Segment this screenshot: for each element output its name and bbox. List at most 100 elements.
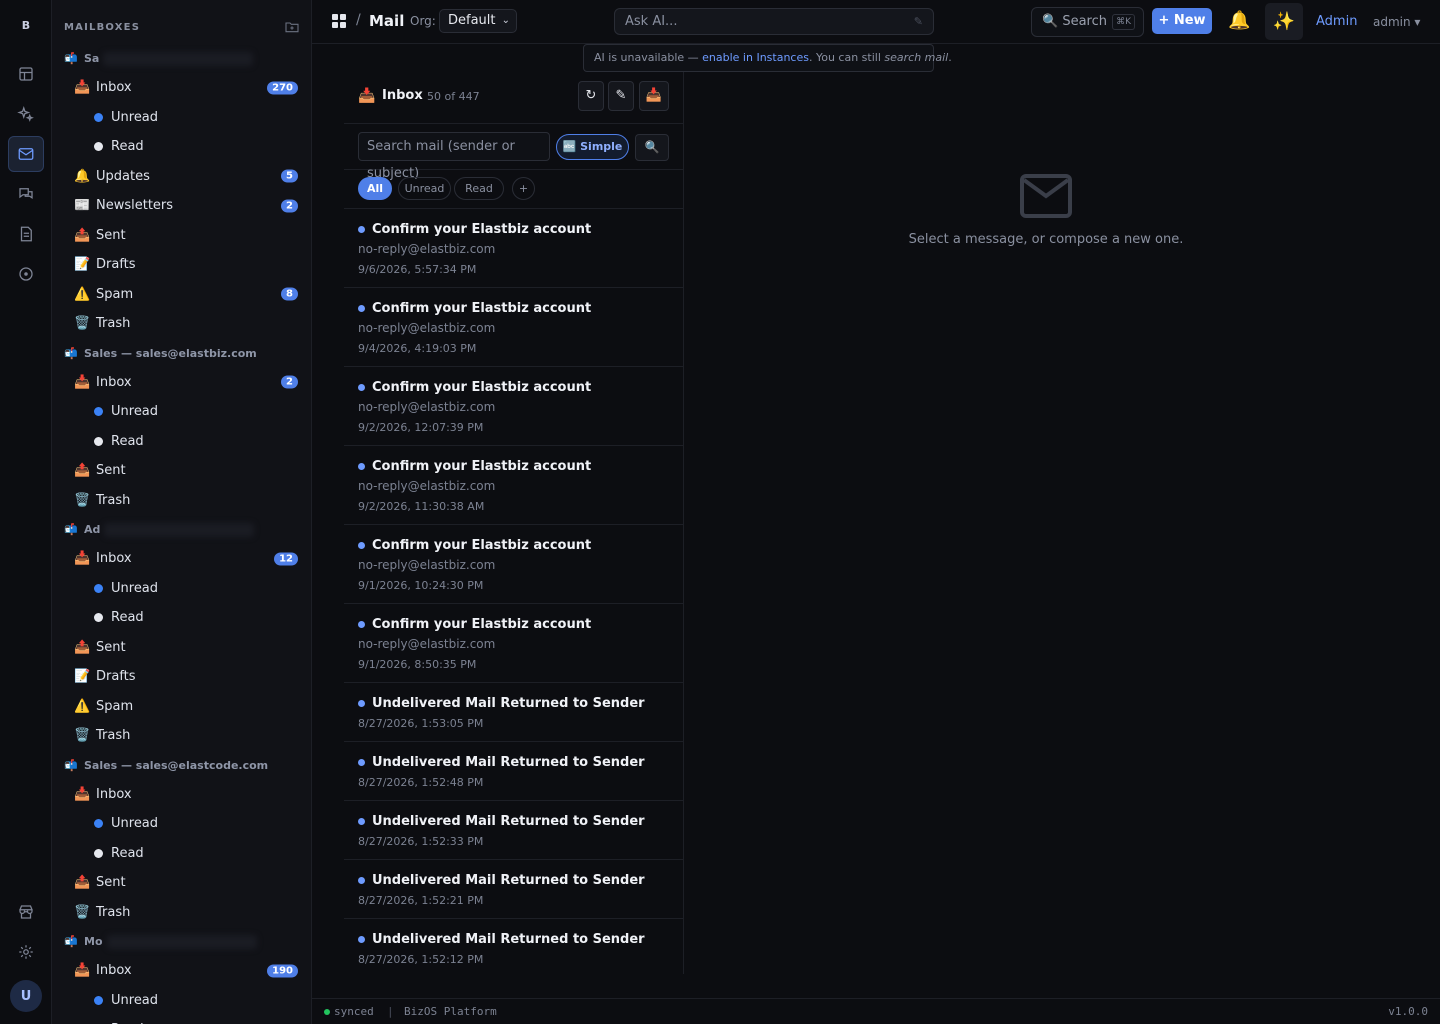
- status-bar: synced | BizOS Platform v1.0.0: [312, 998, 1440, 1024]
- sidebar-item-read[interactable]: Read: [52, 1015, 311, 1024]
- chat-icon[interactable]: [8, 176, 44, 212]
- sidebar-item-inbox[interactable]: 📥 Inbox 270: [52, 73, 311, 103]
- sidebar-item-unread[interactable]: Unread: [52, 103, 311, 133]
- message-row[interactable]: Confirm your Elastbiz account no-reply@el…: [344, 367, 683, 446]
- sidebar-item-sent[interactable]: 📤 Sent: [52, 868, 311, 898]
- sidebar-item-read[interactable]: Read: [52, 603, 311, 633]
- new-button[interactable]: + New: [1152, 8, 1212, 34]
- sidebar-item-sent[interactable]: 📤 Sent: [52, 456, 311, 486]
- sidebar-item-spam[interactable]: ⚠️ Spam 8: [52, 280, 311, 310]
- sidebar-item-unread[interactable]: Unread: [52, 574, 311, 604]
- unread-dot-icon: [358, 877, 365, 884]
- message-row[interactable]: Confirm your Elastbiz account no-reply@el…: [344, 288, 683, 367]
- message-row[interactable]: Undelivered Mail Returned to Sender 8/27/…: [344, 860, 683, 919]
- document-icon[interactable]: [8, 216, 44, 252]
- message-row[interactable]: Undelivered Mail Returned to Sender 8/27/…: [344, 919, 683, 974]
- message-row[interactable]: Undelivered Mail Returned to Sender 8/27/…: [344, 742, 683, 801]
- filter-chip-add[interactable]: +: [512, 177, 535, 200]
- message-sender: no-reply@elastbiz.com: [358, 558, 496, 572]
- mail-search-button[interactable]: 🔍: [635, 134, 669, 161]
- sidebar-item-newsletters[interactable]: 📰 Newsletters 2: [52, 191, 311, 221]
- message-row[interactable]: Confirm your Elastbiz account no-reply@el…: [344, 209, 683, 288]
- message-row[interactable]: Confirm your Elastbiz account no-reply@el…: [344, 525, 683, 604]
- folder-label: Trash: [96, 904, 131, 920]
- account-header[interactable]: 📬 Sa: [52, 44, 311, 73]
- sidebar-item-updates[interactable]: 🔔 Updates 5: [52, 162, 311, 192]
- sidebar-item-unread[interactable]: Unread: [52, 986, 311, 1016]
- folder-label: Inbox: [96, 963, 132, 979]
- account-header[interactable]: 📬 Sales — sales@elastcode.com: [52, 751, 311, 780]
- avatar[interactable]: U: [10, 980, 42, 1012]
- sidebar-item-read[interactable]: Read: [52, 132, 311, 162]
- apps-grid-icon[interactable]: [332, 14, 346, 28]
- message-sender: no-reply@elastbiz.com: [358, 400, 496, 414]
- account-header[interactable]: 📬 Ad: [52, 515, 311, 544]
- account-header[interactable]: 📬 Mo: [52, 927, 311, 956]
- folder-icon: 📥: [74, 374, 91, 390]
- filter-chip-unread[interactable]: Unread: [398, 177, 451, 200]
- bell-icon[interactable]: 🔔: [1228, 10, 1250, 31]
- mail-icon[interactable]: [8, 136, 44, 172]
- sidebar-item-sent[interactable]: 📤 Sent: [52, 221, 311, 251]
- sidebar-item-trash[interactable]: 🗑️ Trash: [52, 898, 311, 928]
- sidebar-item-read[interactable]: Read: [52, 427, 311, 457]
- message-row[interactable]: Undelivered Mail Returned to Sender 8/27/…: [344, 801, 683, 860]
- folder-label: Sent: [96, 875, 126, 891]
- account-header[interactable]: 📬 Sales — sales@elastbiz.com: [52, 339, 311, 368]
- sidebar-item-spam[interactable]: ⚠️ Spam: [52, 692, 311, 722]
- account-label: Sa: [84, 52, 100, 65]
- compose-button[interactable]: ✎: [608, 81, 634, 111]
- mailbox-icon: 📬: [64, 346, 78, 360]
- org-select[interactable]: Default ⌄: [439, 9, 517, 33]
- unread-dot-icon: [94, 112, 103, 122]
- message-row[interactable]: Confirm your Elastbiz account no-reply@el…: [344, 446, 683, 525]
- user-menu[interactable]: admin ▾: [1373, 15, 1420, 29]
- ask-ai-input[interactable]: Ask AI... ✎: [614, 8, 934, 35]
- filter-chip-all[interactable]: All: [358, 177, 392, 200]
- enable-instances-link[interactable]: enable in Instances: [702, 51, 809, 64]
- sidebar-item-inbox[interactable]: 📥 Inbox: [52, 780, 311, 810]
- store-icon[interactable]: [8, 894, 44, 930]
- sidebar-item-sent[interactable]: 📤 Sent: [52, 633, 311, 663]
- inbox-icon: 📥: [358, 88, 376, 104]
- sidebar-item-unread[interactable]: Unread: [52, 809, 311, 839]
- message-subject: Confirm your Elastbiz account: [372, 538, 592, 553]
- new-folder-icon[interactable]: [284, 19, 300, 35]
- message-row[interactable]: Undelivered Mail Returned to Sender 8/27/…: [344, 683, 683, 742]
- mail-search-input[interactable]: Search mail (sender or subject): [358, 132, 550, 181]
- refresh-button[interactable]: ↻: [578, 81, 604, 111]
- sidebar-item-drafts[interactable]: 📝 Drafts: [52, 250, 311, 280]
- message-date: 8/27/2026, 1:52:48 PM: [358, 776, 484, 789]
- unread-dot-icon: [358, 818, 365, 825]
- sidebar-item-read[interactable]: Read: [52, 839, 311, 869]
- mailbox-icon: 📬: [64, 523, 78, 536]
- folder-icon: 🔔: [74, 168, 91, 184]
- unread-dot-icon: [94, 995, 103, 1005]
- sidebar-item-inbox[interactable]: 📥 Inbox 12: [52, 544, 311, 574]
- sparkle-icon[interactable]: [8, 96, 44, 132]
- sidebar-item-trash[interactable]: 🗑️ Trash: [52, 721, 311, 751]
- filter-chip-read[interactable]: Read: [454, 177, 504, 200]
- page-title: Mail: [369, 12, 405, 30]
- table-icon[interactable]: [8, 56, 44, 92]
- sidebar-item-inbox[interactable]: 📥 Inbox 2: [52, 368, 311, 398]
- folder-icon: 📰: [74, 198, 91, 214]
- inbox-action-button[interactable]: 📥: [639, 81, 669, 111]
- sidebar-item-inbox[interactable]: 📥 Inbox 190: [52, 956, 311, 986]
- search-mode-toggle[interactable]: 🔤 Simple: [556, 134, 629, 160]
- sidebar-item-trash[interactable]: 🗑️ Trash: [52, 309, 311, 339]
- pencil-icon: ✎: [913, 15, 923, 28]
- sidebar-item-trash[interactable]: 🗑️ Trash: [52, 486, 311, 516]
- global-search-button[interactable]: 🔍 Search ⌘K: [1031, 7, 1144, 37]
- compass-icon[interactable]: [8, 256, 44, 292]
- brand-logo[interactable]: B: [0, 14, 52, 38]
- gear-icon[interactable]: [8, 934, 44, 970]
- ai-sparkle-button[interactable]: ✨: [1265, 3, 1303, 40]
- folder-label: Inbox: [96, 374, 132, 390]
- admin-link[interactable]: Admin: [1316, 14, 1357, 29]
- message-row[interactable]: Confirm your Elastbiz account no-reply@el…: [344, 604, 683, 683]
- top-bar: / Mail Org: Default ⌄ Ask AI... ✎ 🔍 Sear…: [312, 0, 1440, 44]
- sidebar-item-unread[interactable]: Unread: [52, 397, 311, 427]
- sidebar-item-drafts[interactable]: 📝 Drafts: [52, 662, 311, 692]
- unread-dot-icon: [94, 819, 103, 829]
